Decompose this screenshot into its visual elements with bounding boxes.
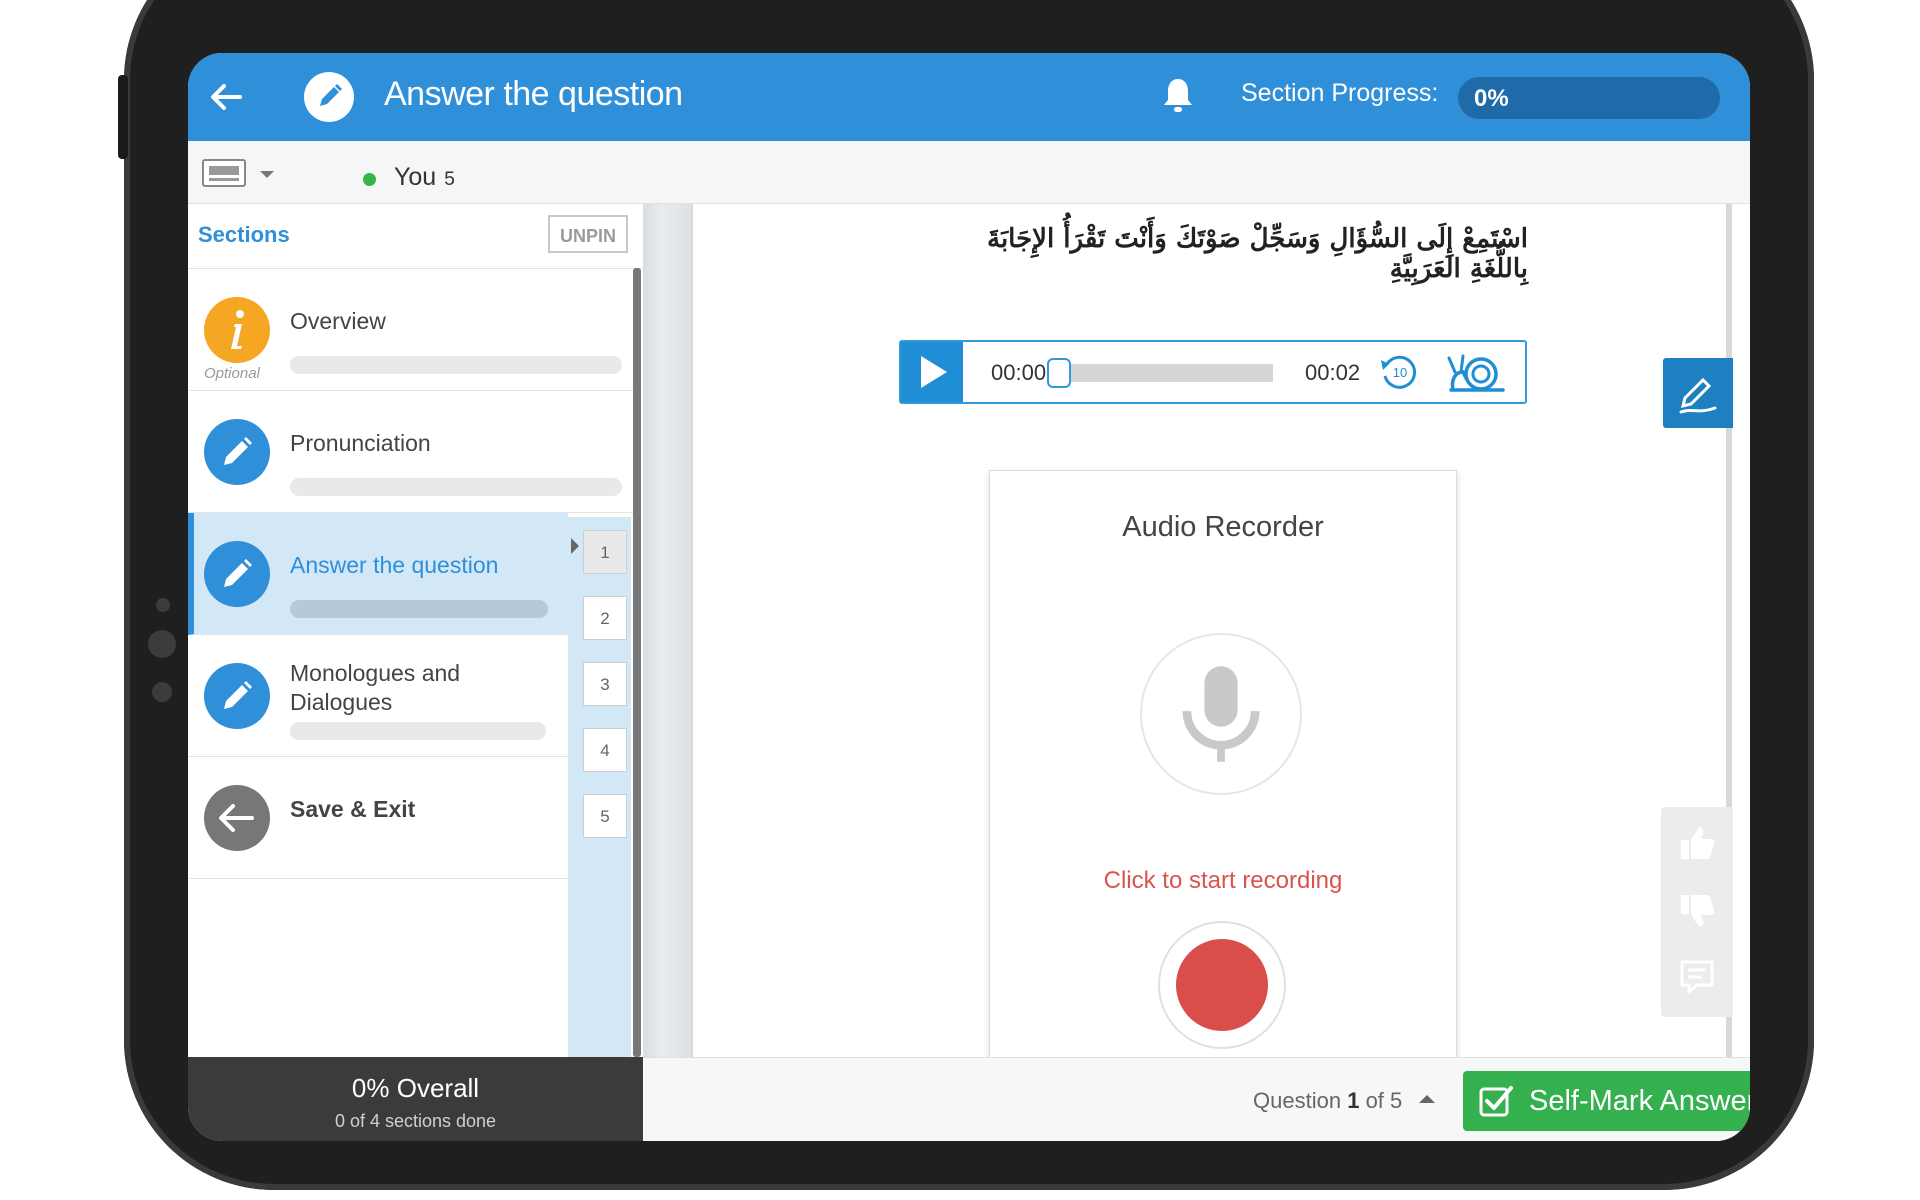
sidebar-item-label: Pronunciation [290, 430, 431, 456]
question-number-button[interactable]: 2 [583, 596, 627, 640]
info-icon [204, 297, 270, 363]
audio-seek-handle[interactable] [1047, 358, 1071, 388]
section-progress-track [290, 356, 622, 374]
sections-done: 0 of 4 sections done [334, 1111, 497, 1131]
record-dot-icon [1176, 939, 1268, 1031]
audio-duration: 00:02 [1305, 360, 1361, 385]
sidebar-title: Sections [198, 222, 290, 247]
pencil-icon [204, 419, 270, 485]
app-screen: Answer the question Section Progress: 0%… [188, 53, 1750, 1141]
question-instruction: اسْتَمِعْ إِلَى السُّؤَالِ وَسَجِّلْ صَو… [987, 224, 1528, 284]
pencil-icon [204, 663, 270, 729]
section-progress-bar: 0% [1458, 77, 1720, 119]
overall-progress: 0% Overall [351, 1073, 480, 1103]
unpin-button[interactable]: UNPIN [548, 215, 628, 253]
top-header: Answer the question Section Progress: 0% [188, 53, 1750, 141]
sidebar-item-overview[interactable]: Overview Optional [188, 269, 633, 391]
slow-playback-snail-icon[interactable] [1439, 350, 1507, 394]
recorder-title: Audio Recorder [1122, 511, 1324, 543]
question-number-button[interactable]: 3 [583, 662, 627, 706]
pencil-icon [304, 72, 354, 122]
current-question-pointer [571, 538, 579, 554]
question-prefix: Question [1253, 1088, 1342, 1113]
pencil-icon [204, 541, 270, 607]
arrow-left-icon [204, 785, 270, 851]
toolbar-subbar: You 5 [188, 141, 1750, 204]
tablet-side-button [118, 75, 128, 159]
rewind-seconds: 10 [1393, 365, 1407, 380]
question-footer: Question 1 of 5 Self-Mark Answer [643, 1057, 1750, 1141]
sidebar-item-label: Overview [290, 308, 386, 334]
self-mark-answer-button[interactable]: Self-Mark Answer [1463, 1071, 1750, 1131]
thumbs-down-icon[interactable] [1677, 891, 1717, 931]
question-counter[interactable]: Question 1 of 5 [1253, 1088, 1402, 1114]
sections-sidebar: Sections UNPIN Overview Optional Pronunc… [188, 204, 643, 1057]
self-mark-label: Self-Mark Answer [1529, 1085, 1750, 1117]
question-total: of 5 [1365, 1088, 1403, 1113]
user-count: 5 [444, 169, 455, 190]
checkbox-check-icon [1479, 1086, 1513, 1117]
sidebar-item-label: Save & Exit [290, 796, 416, 822]
question-number-button[interactable]: 4 [583, 728, 627, 772]
section-progress-label: Section Progress: [1241, 79, 1439, 107]
online-status-dot [363, 173, 376, 186]
record-button[interactable] [1158, 921, 1286, 1049]
sidebar-item-save-exit[interactable]: Save & Exit [188, 757, 568, 879]
chevron-down-icon[interactable] [260, 171, 274, 178]
section-progress-value: 0% [1474, 85, 1509, 112]
section-progress-track [290, 600, 548, 618]
thumbs-up-icon[interactable] [1677, 823, 1717, 863]
bell-icon[interactable] [1160, 75, 1196, 115]
background-texture-strip [643, 204, 691, 1057]
audio-current-time: 00:00 [991, 360, 1047, 385]
sensor-dot-small [152, 682, 172, 702]
audio-seek-track[interactable] [1059, 364, 1273, 382]
sidebar-scrollbar[interactable] [633, 268, 641, 1057]
overall-progress-footer: 0% Overall 0 of 4 sections done [188, 1057, 643, 1141]
annotate-button[interactable] [1663, 358, 1733, 428]
user-presence: You 5 [394, 163, 455, 192]
page-title: Answer the question [384, 75, 683, 113]
recorder-hint: Click to start recording [1103, 867, 1343, 894]
feedback-panel [1661, 807, 1733, 1017]
sidebar-item-pronunciation[interactable]: Pronunciation [188, 391, 633, 513]
sensor-dot [148, 630, 176, 658]
question-number-button[interactable]: 5 [583, 794, 627, 838]
camera-dot [156, 598, 170, 612]
sidebar-item-label: Monologues and Dialogues [290, 660, 461, 715]
question-number-button[interactable]: 1 [583, 530, 627, 574]
chevron-up-icon[interactable] [1419, 1095, 1435, 1103]
audio-recorder-card: Audio Recorder Click to start recording [989, 470, 1457, 1072]
section-progress-track [290, 478, 622, 496]
comment-icon[interactable] [1677, 957, 1717, 997]
sidebar-header: Sections UNPIN [188, 204, 643, 269]
question-current: 1 [1347, 1088, 1360, 1113]
optional-note: Optional [204, 365, 260, 382]
play-icon [921, 356, 947, 388]
sidebar-item-answer-the-question[interactable]: Answer the question [188, 513, 568, 635]
play-button[interactable] [901, 342, 963, 402]
keyboard-icon[interactable] [202, 159, 246, 187]
pen-write-icon [1679, 377, 1717, 414]
back-arrow-icon[interactable] [206, 77, 246, 117]
audio-player: 00:00 00:02 10 [899, 340, 1527, 404]
sidebar-item-label: Answer the question [290, 552, 499, 578]
user-name: You [394, 163, 437, 191]
microphone-icon [1140, 633, 1302, 795]
sidebar-item-monologues-and-dialogues[interactable]: Monologues and Dialogues [188, 635, 568, 757]
rewind-10-icon[interactable]: 10 [1377, 352, 1421, 392]
question-content-panel: اسْتَمِعْ إِلَى السُّؤَالِ وَسَجِّلْ صَو… [691, 204, 1732, 1072]
section-progress-track [290, 722, 546, 740]
